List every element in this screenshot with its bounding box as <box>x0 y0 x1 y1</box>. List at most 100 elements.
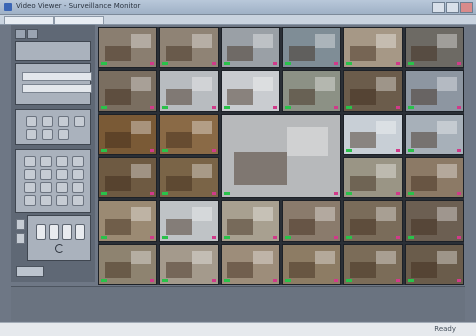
channel-button[interactable] <box>56 182 68 193</box>
channel-button[interactable] <box>72 195 84 206</box>
camera-tile[interactable] <box>159 27 219 69</box>
search-button[interactable] <box>16 266 44 277</box>
layout-1-button[interactable] <box>36 224 46 240</box>
camera-tile[interactable] <box>220 243 280 285</box>
channel-button[interactable] <box>24 182 36 193</box>
ptz-left-button[interactable] <box>26 129 37 140</box>
scene-shape <box>350 175 376 192</box>
live-indicator-icon <box>223 192 230 196</box>
scene-shape <box>233 151 287 185</box>
layout-4-button[interactable] <box>49 224 59 240</box>
settings-icon[interactable] <box>27 29 38 39</box>
close-icon[interactable] <box>460 2 473 13</box>
record-indicator-icon <box>211 278 216 282</box>
layout-16-button[interactable] <box>75 224 85 240</box>
scene-shape <box>191 33 212 48</box>
camera-tile[interactable] <box>98 70 158 112</box>
record-indicator-icon <box>334 235 339 239</box>
channel-button[interactable] <box>72 182 84 193</box>
camera-tile[interactable] <box>404 200 464 242</box>
live-indicator-icon <box>407 62 414 66</box>
channel-button[interactable] <box>40 156 52 167</box>
camera-tile[interactable] <box>159 200 219 242</box>
scene-shape <box>314 33 335 48</box>
camera-tile[interactable] <box>98 156 158 199</box>
record-indicator-icon <box>456 105 461 109</box>
live-indicator-icon <box>407 278 414 282</box>
camera-tile[interactable] <box>281 70 342 112</box>
camera-tile[interactable] <box>343 70 403 112</box>
scene-shape <box>314 207 335 221</box>
scene-shape <box>411 89 438 105</box>
tab-playback[interactable] <box>54 16 104 24</box>
tab-live[interactable] <box>4 16 54 24</box>
camera-tile[interactable] <box>343 243 403 285</box>
camera-tile[interactable] <box>98 27 158 69</box>
prev-page-button[interactable] <box>16 219 25 230</box>
record-indicator-icon <box>272 235 277 239</box>
camera-tile[interactable] <box>220 200 280 242</box>
camera-tile[interactable] <box>404 113 464 155</box>
ptz-up-right-button[interactable] <box>58 116 69 127</box>
camera-tile[interactable] <box>404 27 464 69</box>
channel-button[interactable] <box>40 169 52 180</box>
refresh-icon[interactable] <box>55 244 64 253</box>
next-page-button[interactable] <box>16 233 25 244</box>
record-indicator-icon <box>150 148 155 152</box>
camera-tile[interactable] <box>281 243 342 285</box>
scene-shape <box>437 120 458 135</box>
camera-tile[interactable] <box>159 156 219 199</box>
channel-button[interactable] <box>56 195 68 206</box>
camera-tile[interactable] <box>159 70 219 112</box>
channel-button[interactable] <box>24 195 36 206</box>
camera-tile[interactable] <box>404 156 464 199</box>
scene-shape <box>437 250 458 265</box>
live-indicator-icon <box>223 105 230 109</box>
camera-tile[interactable] <box>281 200 342 242</box>
layout-9-button[interactable] <box>62 224 72 240</box>
home-icon[interactable] <box>15 29 26 39</box>
camera-tile[interactable] <box>220 113 342 199</box>
live-indicator-icon <box>284 278 291 282</box>
maximize-icon[interactable] <box>446 2 459 13</box>
minimize-icon[interactable] <box>432 2 445 13</box>
live-indicator-icon <box>346 278 353 282</box>
scene-shape <box>350 219 376 235</box>
camera-tile[interactable] <box>281 27 342 69</box>
scene-shape <box>130 250 151 265</box>
ptz-up-button[interactable] <box>42 116 53 127</box>
camera-tile[interactable] <box>343 200 403 242</box>
channel-button[interactable] <box>40 195 52 206</box>
camera-tile[interactable] <box>159 243 219 285</box>
ptz-home-button[interactable] <box>42 129 53 140</box>
channel-button[interactable] <box>40 182 52 193</box>
channel-button[interactable] <box>24 169 36 180</box>
camera-tile[interactable] <box>98 243 158 285</box>
scene-shape <box>288 219 315 235</box>
scene-shape <box>253 77 274 91</box>
camera-tile[interactable] <box>343 113 403 155</box>
scene-shape <box>314 77 335 91</box>
ptz-up-left-button[interactable] <box>26 116 37 127</box>
time-field[interactable] <box>22 84 92 93</box>
channel-button[interactable] <box>56 156 68 167</box>
channel-button[interactable] <box>24 156 36 167</box>
date-field[interactable] <box>22 72 92 81</box>
channel-button[interactable] <box>56 169 68 180</box>
channel-button[interactable] <box>72 169 84 180</box>
camera-tile[interactable] <box>404 70 464 112</box>
ptz-right-button[interactable] <box>58 129 69 140</box>
scene-shape <box>288 45 315 62</box>
camera-tile[interactable] <box>98 113 158 155</box>
camera-tile[interactable] <box>343 27 403 69</box>
camera-tile[interactable] <box>98 200 158 242</box>
camera-tile[interactable] <box>220 70 280 112</box>
scene-shape <box>253 33 274 48</box>
camera-tile[interactable] <box>159 113 219 155</box>
camera-tile[interactable] <box>220 27 280 69</box>
channel-button[interactable] <box>72 156 84 167</box>
camera-tile[interactable] <box>404 243 464 285</box>
scene-shape <box>104 262 131 279</box>
camera-tile[interactable] <box>343 156 403 199</box>
ptz-zoom-button[interactable] <box>74 116 85 127</box>
